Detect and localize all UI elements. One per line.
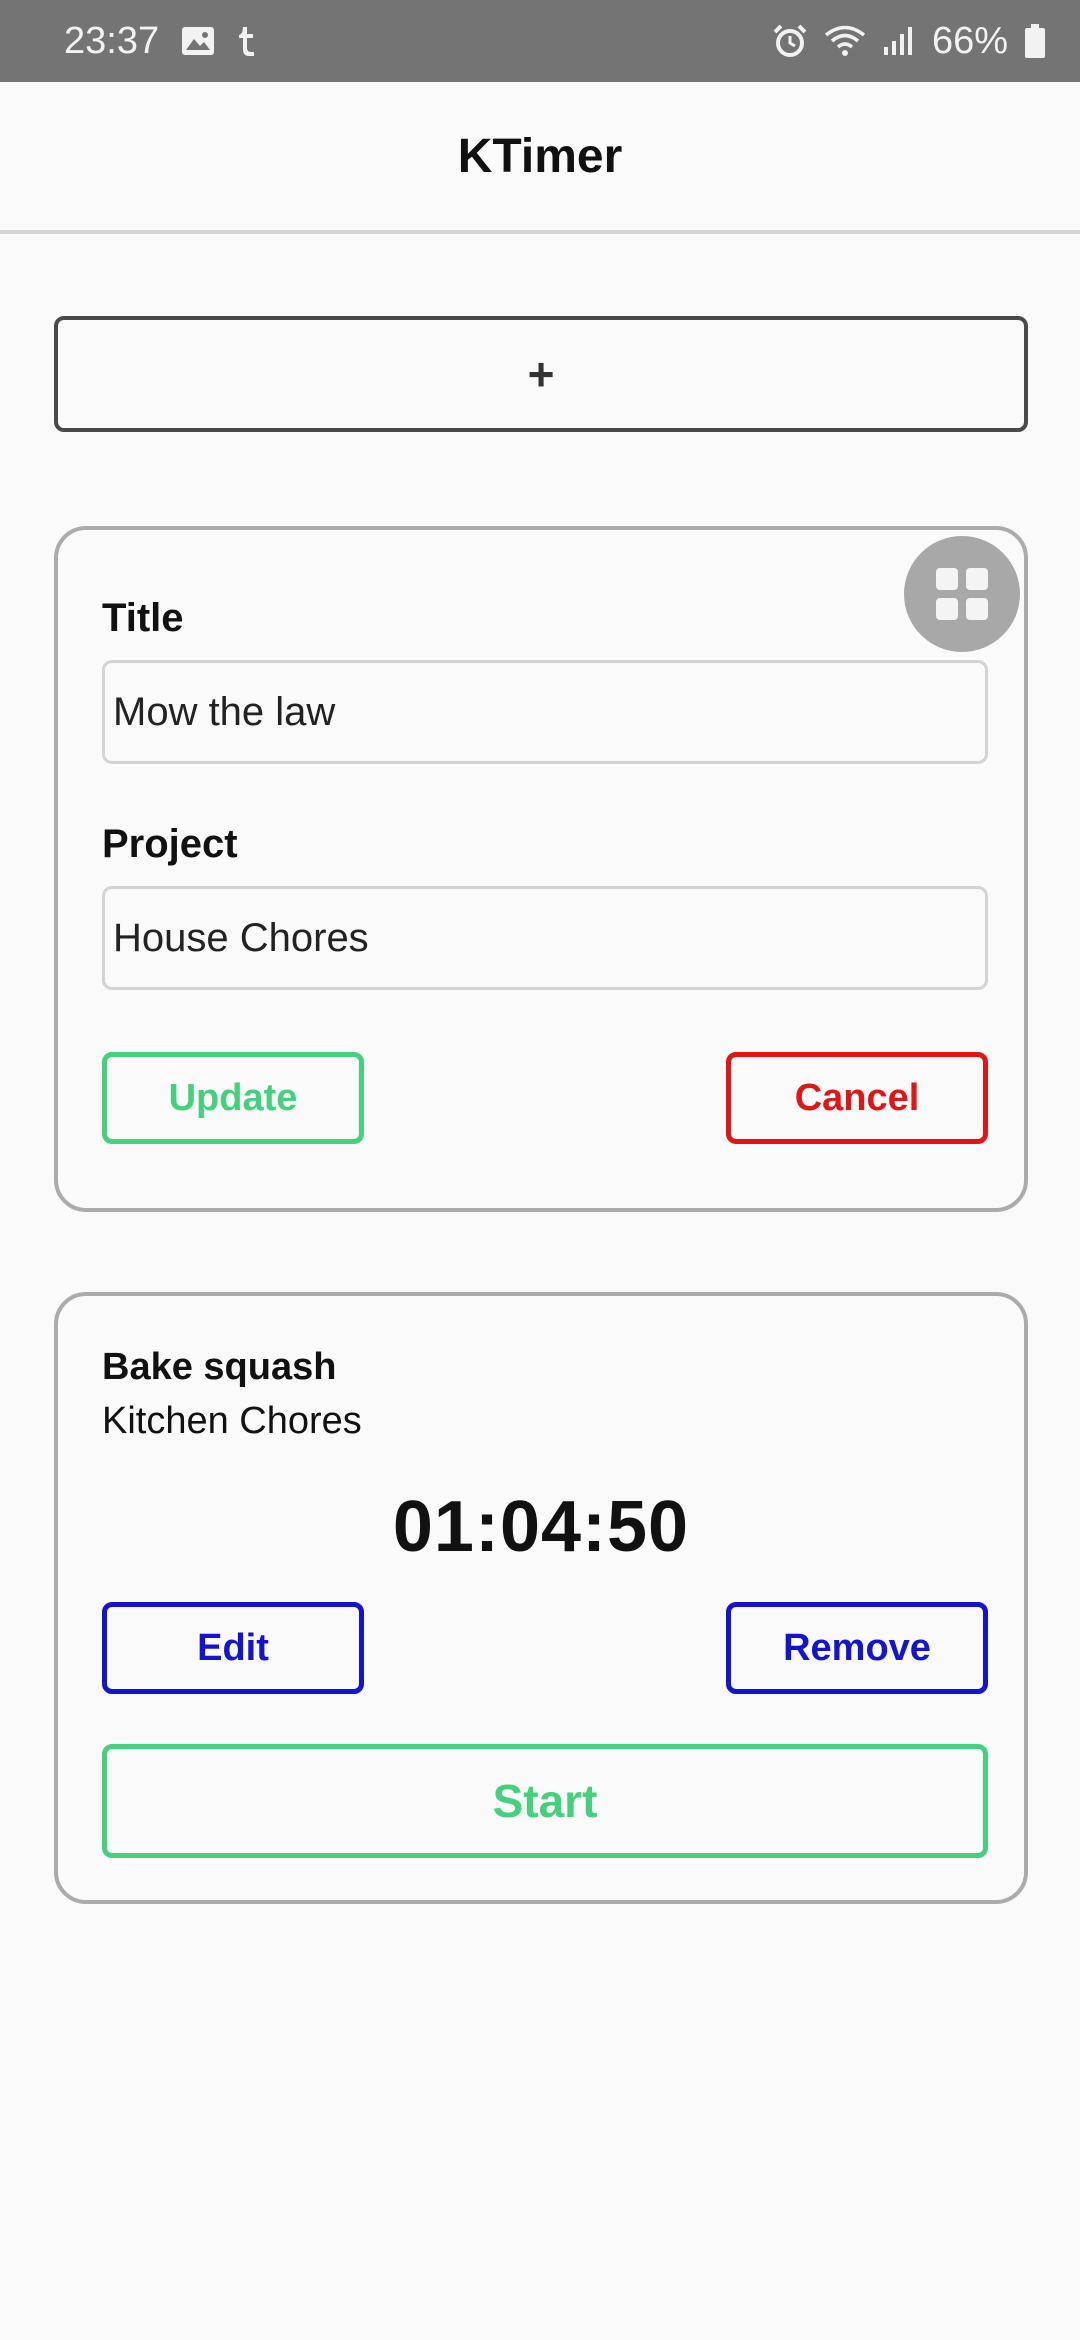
task-project: Kitchen Chores: [102, 1400, 362, 1442]
status-left: 23:37: [64, 20, 257, 63]
status-bar: 23:37 66%: [0, 0, 1080, 82]
edit-button[interactable]: Edit: [102, 1602, 364, 1694]
project-label: Project: [102, 822, 238, 866]
add-timer-button[interactable]: +: [54, 316, 1028, 432]
battery-icon: [1024, 23, 1046, 59]
remove-button[interactable]: Remove: [726, 1602, 988, 1694]
timer-card: Bake squash Kitchen Chores 01:04:50 Edit…: [54, 1292, 1028, 1904]
grid-icon[interactable]: [904, 536, 1020, 652]
project-input[interactable]: [102, 886, 988, 990]
start-button[interactable]: Start: [102, 1744, 988, 1858]
image-icon: [181, 26, 215, 56]
battery-percent: 66%: [931, 19, 1008, 62]
task-title: Bake squash: [102, 1346, 337, 1388]
status-time: 23:37: [64, 19, 160, 62]
alarm-icon: [772, 23, 808, 59]
status-right: 66%: [772, 20, 1046, 63]
title-label: Title: [102, 596, 184, 640]
app-bar: KTimer: [0, 82, 1080, 234]
tumblr-icon: [237, 25, 257, 57]
signal-icon: [882, 25, 916, 57]
app-title: KTimer: [457, 129, 623, 183]
cancel-button[interactable]: Cancel: [726, 1052, 988, 1144]
update-button[interactable]: Update: [102, 1052, 364, 1144]
title-input[interactable]: [102, 660, 988, 764]
elapsed-time: 01:04:50: [392, 1487, 690, 1567]
wifi-icon: [824, 24, 866, 58]
edit-timer-card: Title Project Update Cancel: [54, 526, 1028, 1212]
